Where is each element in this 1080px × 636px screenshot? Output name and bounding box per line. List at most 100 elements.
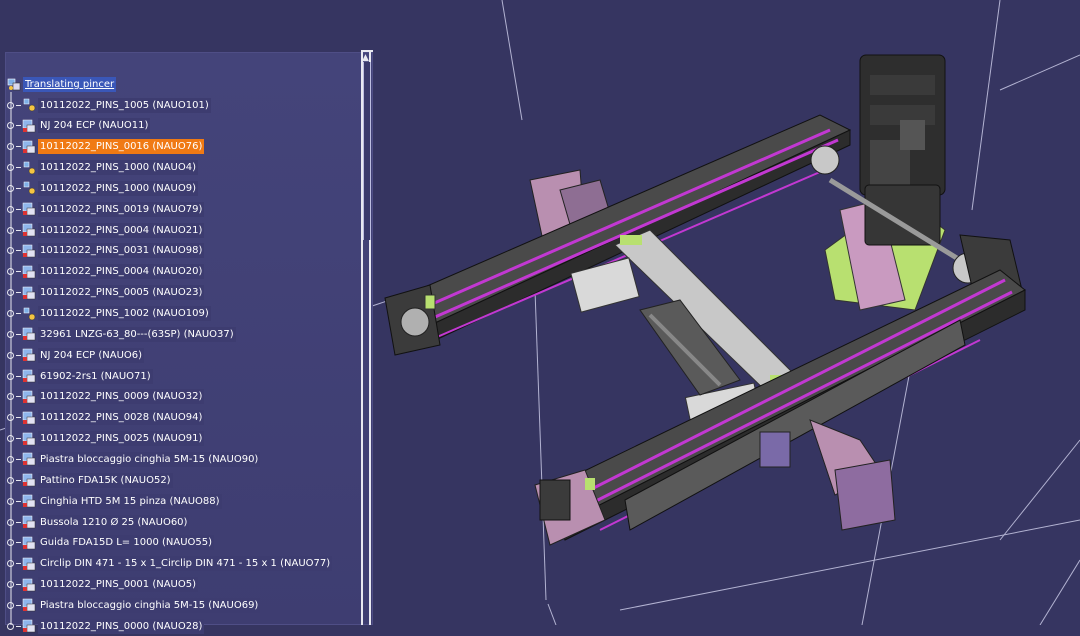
tree-node[interactable]: 10112022_PINS_0016 (NAUO76) [7, 139, 205, 155]
expand-node-icon[interactable] [7, 330, 14, 338]
tree-branch-line [16, 438, 21, 440]
tree-node-label[interactable]: 61902-2rs1 (NAUO71) [38, 368, 153, 384]
tree-node[interactable]: 10112022_PINS_1002 (NAUO109) [7, 306, 211, 322]
tree-node-label[interactable]: 32961 LNZG-63_80---(63SP) (NAUO37) [38, 326, 236, 342]
expand-node-icon[interactable] [7, 601, 14, 609]
expand-node-icon[interactable] [7, 226, 14, 234]
scrollbar-thumb[interactable] [363, 62, 371, 240]
tree-node-label[interactable]: 10112022_PINS_0028 (NAUO94) [38, 410, 205, 426]
tree-node-label[interactable]: 10112022_PINS_0025 (NAUO91) [38, 431, 205, 447]
tree-node-label[interactable]: 10112022_PINS_0019 (NAUO79) [38, 201, 205, 217]
expand-node-icon[interactable] [7, 393, 14, 401]
tree-node-label[interactable]: 10112022_PINS_0004 (NAUO21) [38, 222, 205, 238]
part-icon [22, 369, 36, 383]
tree-node-label[interactable]: NJ 204 ECP (NAUO11) [38, 118, 151, 134]
tree-node[interactable]: Cinghia HTD 5M 15 pinza (NAUO88) [7, 493, 222, 509]
tree-node-label[interactable]: NJ 204 ECP (NAUO6) [38, 347, 145, 363]
expand-node-icon[interactable] [7, 143, 14, 151]
part-icon [22, 411, 36, 425]
tree-node-label[interactable]: Circlip DIN 471 - 15 x 1_Circlip DIN 471… [38, 556, 333, 572]
part-icon [22, 202, 36, 216]
expand-node-icon[interactable] [7, 122, 14, 130]
rail-front [544, 269, 1026, 526]
expand-node-icon[interactable] [7, 351, 14, 359]
tree-node[interactable]: 10112022_PINS_0000 (NAUO28) [7, 618, 205, 634]
tree-branch-line [16, 479, 21, 481]
part-icon [22, 432, 36, 446]
tree-node-label[interactable]: 10112022_PINS_0031 (NAUO98) [38, 243, 205, 259]
tree-node-label[interactable]: 10112022_PINS_1005 (NAUO101) [38, 97, 211, 113]
tree-node-label[interactable]: 10112022_PINS_0005 (NAUO23) [38, 285, 205, 301]
tree-node[interactable]: 10112022_PINS_0031 (NAUO98) [7, 243, 205, 259]
tree-node-label[interactable]: Guida FDA15D L= 1000 (NAUO55) [38, 535, 215, 551]
expand-node-icon[interactable] [7, 518, 14, 526]
tree-node[interactable]: Bussola 1210 Ø 25 (NAUO60) [7, 514, 190, 530]
tree-node[interactable]: Piastra bloccaggio cinghia 5M-15 (NAUO90… [7, 451, 261, 467]
tree-node[interactable]: Guida FDA15D L= 1000 (NAUO55) [7, 535, 215, 551]
tree-node[interactable]: 10112022_PINS_0028 (NAUO94) [7, 410, 205, 426]
expand-node-icon[interactable] [7, 247, 14, 255]
expand-node-icon[interactable] [7, 560, 14, 568]
tree-branch-line [16, 167, 21, 169]
tree-branch-line [16, 417, 21, 419]
tree-node-label[interactable]: Pattino FDA15K (NAUO52) [38, 472, 173, 488]
tree-node[interactable]: 10112022_PINS_1005 (NAUO101) [7, 97, 211, 113]
tree-scrollbar[interactable]: ▲ [361, 50, 373, 625]
expand-node-icon[interactable] [7, 184, 14, 192]
part-icon [22, 244, 36, 258]
expand-node-icon[interactable] [7, 414, 14, 422]
tree-root-node[interactable]: Translating pincer [7, 76, 117, 92]
tree-node[interactable]: 10112022_PINS_0009 (NAUO32) [7, 389, 205, 405]
tree-branch-line [16, 396, 21, 398]
expand-node-icon[interactable] [7, 268, 14, 276]
expand-node-icon[interactable] [7, 539, 14, 547]
tree-node[interactable]: 10112022_PINS_0004 (NAUO21) [7, 222, 205, 238]
tree-node[interactable]: Circlip DIN 471 - 15 x 1_Circlip DIN 471… [7, 556, 333, 572]
tree-node[interactable]: NJ 204 ECP (NAUO6) [7, 347, 145, 363]
tree-node-label[interactable]: 10112022_PINS_0009 (NAUO32) [38, 389, 205, 405]
tree-node[interactable]: 10112022_PINS_0001 (NAUO5) [7, 577, 199, 593]
tree-node[interactable]: 61902-2rs1 (NAUO71) [7, 368, 153, 384]
tree-branch-line [16, 542, 21, 544]
tree-node[interactable]: 10112022_PINS_0005 (NAUO23) [7, 285, 205, 301]
tree-node[interactable]: 10112022_PINS_1000 (NAUO9) [7, 180, 199, 196]
expand-node-icon[interactable] [7, 164, 14, 172]
tree-node[interactable]: NJ 204 ECP (NAUO11) [7, 118, 151, 134]
tree-branch-line [16, 250, 21, 252]
tree-node-label[interactable]: Piastra bloccaggio cinghia 5M-15 (NAUO69… [38, 597, 261, 613]
tree-node[interactable]: 10112022_PINS_0025 (NAUO91) [7, 431, 205, 447]
tree-node[interactable]: 10112022_PINS_0004 (NAUO20) [7, 264, 205, 280]
part-icon [22, 536, 36, 550]
tree-node[interactable]: Pattino FDA15K (NAUO52) [7, 472, 173, 488]
tree-node-label[interactable]: 10112022_PINS_1002 (NAUO109) [38, 306, 211, 321]
tree-node[interactable]: Piastra bloccaggio cinghia 5M-15 (NAUO69… [7, 597, 261, 613]
tree-node-label[interactable]: 10112022_PINS_0001 (NAUO5) [38, 577, 199, 593]
tree-branch-line [16, 604, 21, 606]
cad-model-translating-pincer[interactable] [384, 54, 1026, 546]
tree-branch-line [16, 271, 21, 273]
expand-node-icon[interactable] [7, 581, 14, 589]
tree-node[interactable]: 10112022_PINS_0019 (NAUO79) [7, 201, 205, 217]
tree-root-label[interactable]: Translating pincer [23, 76, 117, 92]
tree-node-label[interactable]: 10112022_PINS_0016 (NAUO76) [38, 139, 205, 155]
expand-node-icon[interactable] [7, 310, 14, 317]
tree-node-label[interactable]: Cinghia HTD 5M 15 pinza (NAUO88) [38, 493, 222, 509]
expand-node-icon[interactable] [7, 205, 14, 213]
expand-node-icon[interactable] [7, 101, 14, 109]
expand-node-icon[interactable] [7, 476, 14, 484]
expand-node-icon[interactable] [7, 289, 14, 297]
tree-node-label[interactable]: 10112022_PINS_1000 (NAUO9) [38, 180, 199, 196]
tree-node-label[interactable]: 10112022_PINS_0000 (NAUO28) [38, 618, 205, 634]
expand-node-icon[interactable] [7, 622, 14, 630]
tree-node[interactable]: 10112022_PINS_1000 (NAUO4) [7, 160, 199, 176]
mount-plate-bottom-square [834, 459, 896, 531]
expand-node-icon[interactable] [7, 455, 14, 463]
expand-node-icon[interactable] [7, 435, 14, 443]
tree-node-label[interactable]: 10112022_PINS_0004 (NAUO20) [38, 264, 205, 280]
tree-node[interactable]: 32961 LNZG-63_80---(63SP) (NAUO37) [7, 326, 236, 342]
expand-node-icon[interactable] [7, 372, 14, 380]
expand-node-icon[interactable] [7, 497, 14, 505]
tree-node-label[interactable]: 10112022_PINS_1000 (NAUO4) [38, 160, 199, 176]
tree-node-label[interactable]: Piastra bloccaggio cinghia 5M-15 (NAUO90… [38, 451, 261, 467]
tree-node-label[interactable]: Bussola 1210 Ø 25 (NAUO60) [38, 514, 190, 530]
